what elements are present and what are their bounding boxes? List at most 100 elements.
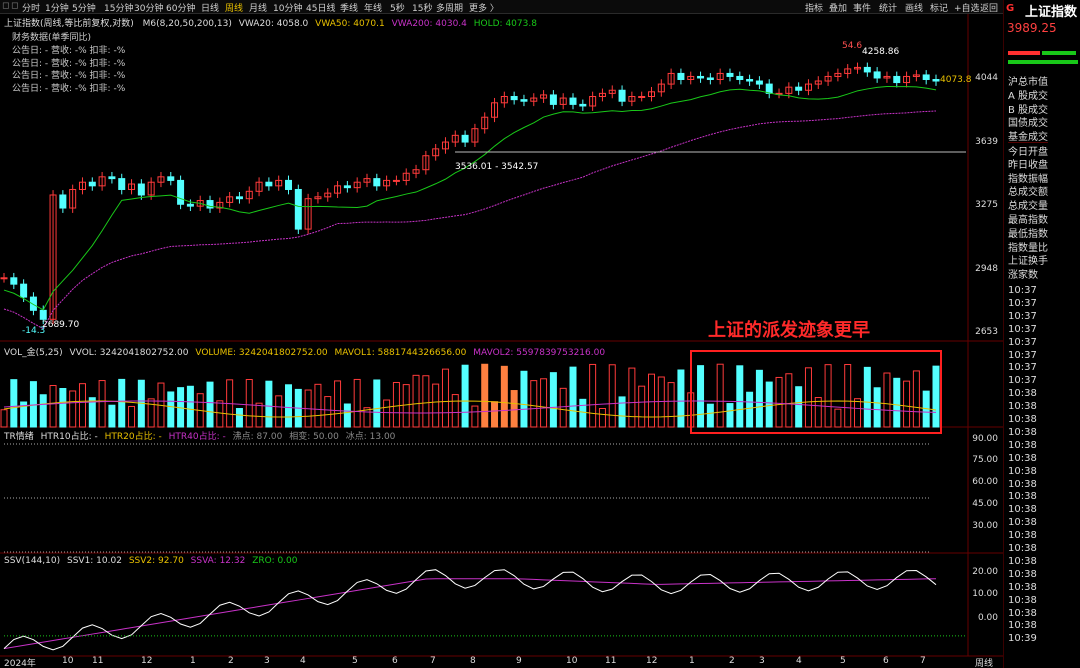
tick-time: 10:38 xyxy=(1008,517,1037,529)
candle-body xyxy=(618,89,626,102)
candle-body xyxy=(186,203,194,207)
date-tick: 6 xyxy=(392,656,398,666)
volume-bar xyxy=(755,369,763,428)
volume-bar xyxy=(697,365,705,428)
tick-time: 10:37 xyxy=(1008,336,1037,348)
date-tick: 8 xyxy=(470,656,476,666)
candle-body xyxy=(746,78,754,82)
date-tick: 1 xyxy=(689,656,695,666)
finance-row: 公告日: - 营收: -% 扣非: -% xyxy=(12,58,126,69)
volume-bar xyxy=(549,372,557,428)
volume-bar xyxy=(854,398,862,428)
volume-bar xyxy=(540,378,548,428)
volume-bar xyxy=(10,379,18,428)
candle-body xyxy=(88,181,96,187)
volume-bar xyxy=(78,383,86,428)
axis-label: 0.00 xyxy=(977,613,998,623)
volume-bar xyxy=(530,380,538,428)
volume-bar xyxy=(373,379,381,428)
volume-bar xyxy=(559,387,567,428)
ma-line-green xyxy=(3,85,937,311)
date-tick: 5 xyxy=(840,656,846,666)
candle-body xyxy=(137,183,145,196)
volume-bar xyxy=(245,379,253,428)
date-tick: 2024年 xyxy=(4,659,36,668)
tick-time: 10:37 xyxy=(1008,349,1037,361)
volume-bar xyxy=(343,403,351,428)
candle-body xyxy=(549,94,557,105)
tick-time: 10:39 xyxy=(1008,633,1037,645)
candle-body xyxy=(59,194,67,209)
volume-bar xyxy=(569,366,577,428)
candle-body xyxy=(922,74,930,80)
volume-bar xyxy=(383,399,391,428)
volume-bar xyxy=(824,364,832,428)
sell-bar xyxy=(1042,51,1076,55)
volume-bar xyxy=(598,408,606,428)
tick-time: 10:38 xyxy=(1008,414,1037,425)
axis-label: 20.00 xyxy=(972,567,998,577)
ssva-line xyxy=(3,578,937,650)
volume-bar xyxy=(765,381,773,428)
quote-field: A 股成交 xyxy=(1008,90,1049,102)
volume-bar xyxy=(206,381,214,428)
main-legend: 上证指数(周线,等比前复权,对数) M6(8,20,50,200,13) VWA… xyxy=(4,19,537,29)
volume-bar xyxy=(49,385,57,428)
volume-bar xyxy=(903,380,911,428)
volume-bar xyxy=(746,391,754,428)
tick-time: 10:38 xyxy=(1008,491,1037,503)
volume-bar xyxy=(167,391,175,428)
ssv-legend: SSV(144,10) SSV1: 10.02 SSV2: 92.70 SSVA… xyxy=(4,556,298,566)
volume-bar xyxy=(775,376,783,428)
volume-bar xyxy=(795,386,803,428)
candle-body xyxy=(569,97,577,105)
candle-body xyxy=(520,99,528,102)
tick-time: 10:37 xyxy=(1008,323,1037,335)
volume-bar xyxy=(128,405,136,428)
quote-field: 昨日收盘 xyxy=(1008,159,1048,171)
volume-bar xyxy=(932,365,940,428)
date-tick: 7 xyxy=(430,656,436,666)
axis-label: 10.00 xyxy=(972,589,998,599)
volume-bar xyxy=(520,370,528,428)
date-tick: 10 xyxy=(566,656,578,666)
quote-field: B 股成交 xyxy=(1008,104,1049,116)
volume-bar xyxy=(0,409,8,428)
tick-time: 10:38 xyxy=(1008,530,1037,542)
quote-field: 总成交量 xyxy=(1008,201,1048,213)
candle-body xyxy=(343,185,351,189)
tick-time: 10:38 xyxy=(1008,594,1037,606)
volume-bar xyxy=(785,373,793,428)
volume-bar xyxy=(422,375,430,428)
hold-value-label: 4073.8 xyxy=(940,75,972,85)
tick-time: 10:37 xyxy=(1008,297,1037,309)
volume-bar xyxy=(392,381,400,428)
date-tick: 2 xyxy=(228,656,234,666)
finance-row: 公告日: - 营收: -% 扣非: -% xyxy=(12,71,126,81)
volume-bar xyxy=(863,366,871,428)
axis-label: 2653 xyxy=(975,327,998,337)
date-tick: 3 xyxy=(759,656,765,666)
volume-bar xyxy=(432,383,440,428)
candle-body xyxy=(167,176,175,181)
volume-bar xyxy=(235,408,243,428)
candle-body xyxy=(0,277,8,280)
candle-body xyxy=(726,72,734,77)
low-pct-label: -14.3 xyxy=(22,326,46,336)
high-label: 4258.86 xyxy=(862,47,900,57)
quote-field: 指数振幅 xyxy=(1008,173,1048,185)
date-tick: 7 xyxy=(920,656,926,666)
volume-bar xyxy=(500,365,508,428)
volume-bar xyxy=(324,396,332,428)
tick-time: 10:38 xyxy=(1008,581,1037,593)
tick-time: 10:37 xyxy=(1008,375,1037,387)
tick-time: 10:38 xyxy=(1008,439,1037,451)
volume-bar xyxy=(314,383,322,428)
finance-row: 公告日: - 营收: -% 扣非: -% xyxy=(12,46,126,56)
tick-time: 10:38 xyxy=(1008,543,1037,554)
candle-body xyxy=(39,309,47,320)
tick-time: 10:38 xyxy=(1008,478,1037,490)
candle-body xyxy=(873,71,881,79)
candle-body xyxy=(736,75,744,80)
axis-label: 90.00 xyxy=(972,434,998,444)
